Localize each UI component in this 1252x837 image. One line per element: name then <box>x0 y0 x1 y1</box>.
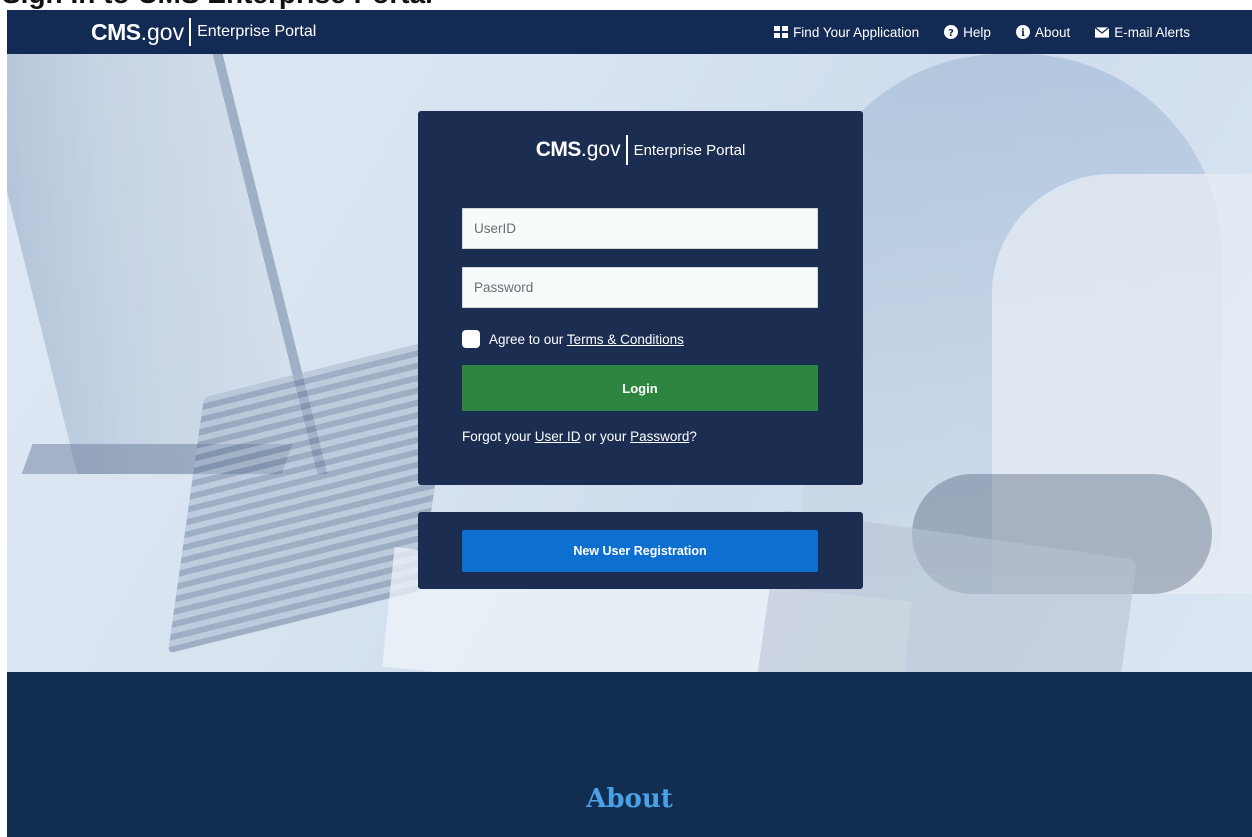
logo-gov-text: .gov <box>140 18 185 45</box>
svg-text:?: ? <box>948 28 954 39</box>
page-heading: Sign In to CMS Enterprise Portal <box>0 0 600 10</box>
nav-help[interactable]: ? Help <box>944 25 991 40</box>
password-input[interactable] <box>462 267 818 308</box>
logo-divider <box>189 18 192 46</box>
about-heading: About <box>586 784 673 814</box>
terms-conditions-link[interactable]: Terms & Conditions <box>567 332 684 347</box>
forgot-userid-link[interactable]: User ID <box>535 429 581 444</box>
new-user-registration-button[interactable]: New User Registration <box>462 530 818 572</box>
forgot-middle: or your <box>580 429 631 444</box>
nav-find-your-application-label: Find Your Application <box>793 24 920 40</box>
card-logo-divider <box>625 135 628 165</box>
card-logo-gov-text: .gov <box>580 138 621 161</box>
card-cms-logo: CMS .gov Enterprise Portal <box>418 135 863 165</box>
login-button[interactable]: Login <box>462 365 818 411</box>
forgot-password-link[interactable]: Password <box>630 429 689 444</box>
about-section: About <box>7 672 1252 837</box>
terms-prefix: Agree to our <box>489 331 567 347</box>
svg-text:i: i <box>1021 28 1025 39</box>
terms-checkbox[interactable] <box>462 330 480 348</box>
nav-help-label: Help <box>963 24 991 40</box>
grid-icon <box>774 25 789 39</box>
logo-portal-text: Enterprise Portal <box>197 23 317 40</box>
card-logo-portal-text: Enterprise Portal <box>633 141 746 159</box>
nav-email-alerts[interactable]: E-mail Alerts <box>1095 25 1190 40</box>
envelope-icon <box>1095 25 1110 39</box>
forgot-suffix: ? <box>689 429 697 444</box>
top-navigation-bar: CMS .gov Enterprise Portal Find Your Appl… <box>7 10 1252 54</box>
terms-agreement: Agree to our Terms & Conditions <box>462 330 684 348</box>
info-circle-icon: i <box>1015 25 1030 39</box>
forgot-credentials-text: Forgot your User ID or your Password? <box>462 429 697 444</box>
userid-input[interactable] <box>462 208 818 249</box>
login-card: CMS.gov Enterprise Portal Agree to our T… <box>418 111 863 485</box>
forgot-prefix: Forgot your <box>462 429 535 444</box>
card-logo-cms-text: CMS <box>535 138 582 161</box>
nav-about-label: About <box>1034 24 1071 40</box>
nav-email-alerts-label: E-mail Alerts <box>1114 24 1190 40</box>
nav-find-your-application[interactable]: Find Your Application <box>774 25 919 40</box>
header-nav: Find Your Application ? Help i About E-m… <box>774 10 1190 54</box>
registration-card: New User Registration <box>418 512 863 589</box>
question-circle-icon: ? <box>944 25 959 39</box>
logo-cms-text: CMS <box>91 18 141 45</box>
terms-label: Agree to our Terms & Conditions <box>489 332 684 347</box>
nav-about[interactable]: i About <box>1015 24 1071 40</box>
cms-logo[interactable]: CMS .gov Enterprise Portal <box>91 17 316 47</box>
